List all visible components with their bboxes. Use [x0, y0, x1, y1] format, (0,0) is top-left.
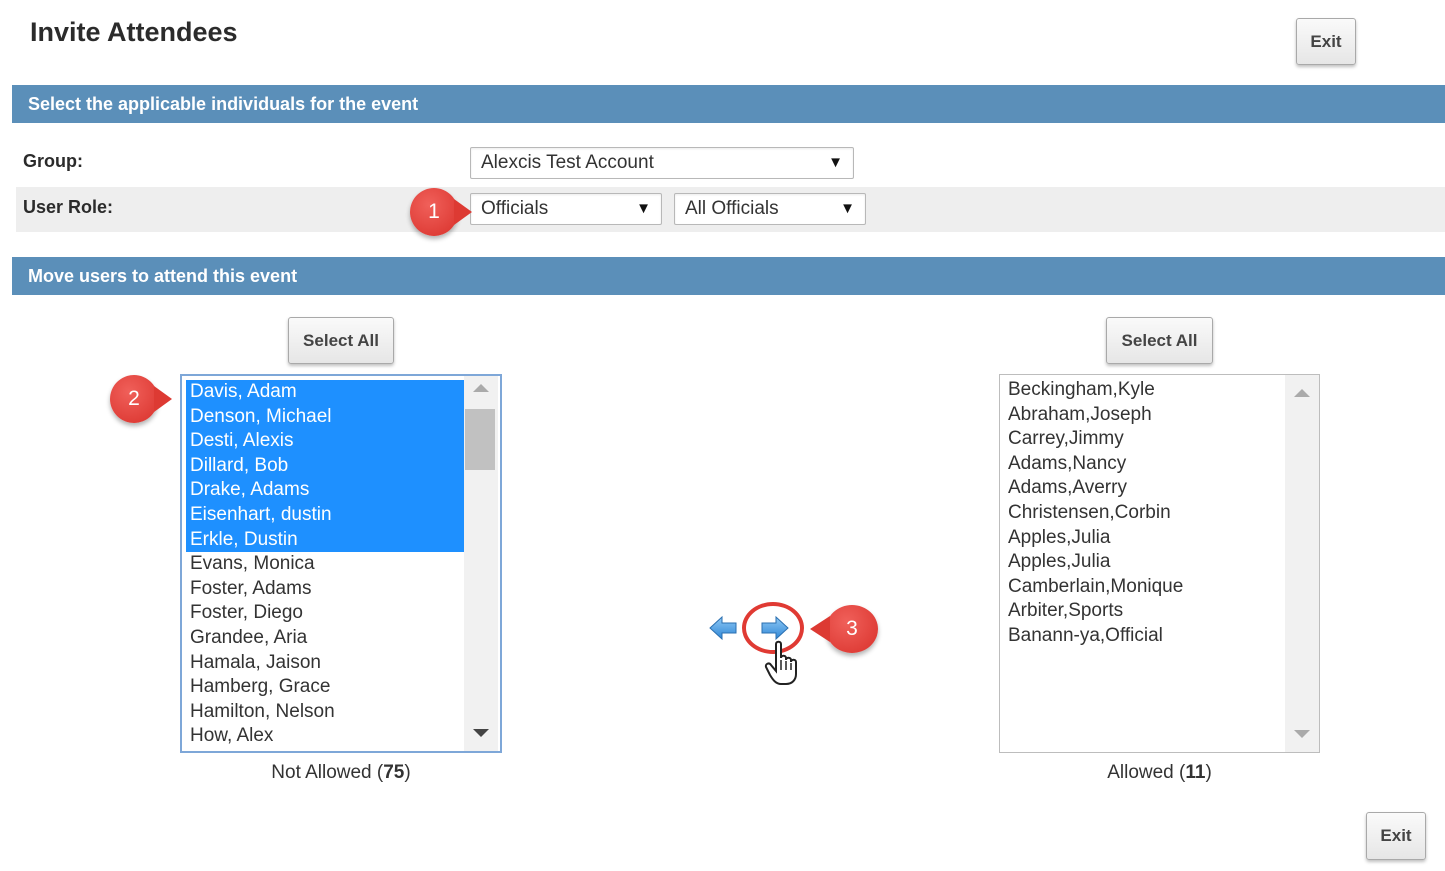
callout-tail — [454, 199, 472, 225]
select-all-allowed-button[interactable]: Select All — [1106, 317, 1213, 364]
not-allowed-caption-close: ) — [404, 762, 411, 783]
callout-2-number: 2 — [128, 387, 140, 410]
callout-3: 3 — [810, 605, 878, 653]
list-item[interactable]: Abraham,Joseph — [1004, 403, 1282, 428]
list-item[interactable]: Christensen,Corbin — [1004, 501, 1282, 526]
list-item[interactable]: Foster, Diego — [186, 601, 464, 626]
list-item[interactable]: Apples,Julia — [1004, 526, 1282, 551]
arrow-left-icon[interactable] — [708, 615, 738, 641]
triangle-down-icon: ▼ — [636, 200, 651, 217]
list-item[interactable]: Davis, Adam — [186, 380, 464, 405]
list-item[interactable]: Hamilton, Nelson — [186, 700, 464, 725]
callout-3-number: 3 — [846, 617, 858, 640]
list-item[interactable]: Hamberg, Grace — [186, 675, 464, 700]
callout-tail — [154, 386, 172, 412]
user-role-label: User Role: — [23, 197, 114, 217]
role-filter-select-value: All Officials — [685, 198, 779, 219]
list-item[interactable]: Arbiter,Sports — [1004, 599, 1282, 624]
exit-button-top[interactable]: Exit — [1296, 18, 1356, 65]
triangle-down-icon: ▼ — [828, 154, 843, 171]
list-item[interactable]: Dillard, Bob — [186, 453, 464, 479]
list-item[interactable]: Hamala, Jaison — [186, 651, 464, 676]
list-item[interactable]: Apples,Julia — [1004, 550, 1282, 575]
select-all-not-allowed-button[interactable]: Select All — [288, 317, 394, 364]
list-item[interactable]: Adams,Averry — [1004, 476, 1282, 501]
section-header-select-individuals: Select the applicable individuals for th… — [12, 85, 1445, 123]
not-allowed-caption: Not Allowed (75) — [180, 762, 502, 784]
hand-pointer-icon — [764, 640, 804, 686]
section-header-move-users: Move users to attend this event — [12, 257, 1445, 295]
group-select[interactable]: Alexcis Test Account ▼ — [470, 147, 854, 179]
allowed-caption: Allowed (11) — [999, 762, 1320, 784]
page-title: Invite Attendees — [30, 17, 238, 47]
callout-1: 1 — [410, 188, 472, 236]
allowed-scrollbar[interactable] — [1285, 375, 1319, 752]
triangle-down-icon: ▼ — [840, 200, 855, 217]
allowed-caption-close: ) — [1205, 762, 1212, 783]
not-allowed-caption-label: Not Allowed ( — [271, 762, 384, 783]
list-item[interactable]: Evans, Monica — [186, 552, 464, 577]
callout-2: 2 — [110, 375, 172, 423]
callout-1-number: 1 — [428, 200, 440, 223]
list-item[interactable]: Adams,Nancy — [1004, 452, 1282, 477]
allowed-caption-label: Allowed ( — [1107, 762, 1186, 783]
list-item[interactable]: Beckingham,Kyle — [1004, 378, 1282, 403]
not-allowed-listbox[interactable]: Davis, Adam Denson, Michael Desti, Alexis D… — [180, 374, 502, 753]
group-select-value: Alexcis Test Account — [481, 152, 654, 173]
scroll-up-icon[interactable] — [1294, 389, 1310, 397]
list-item[interactable]: Grandee, Aria — [186, 626, 464, 651]
not-allowed-count: 75 — [383, 762, 405, 783]
user-role-select-value: Officials — [481, 198, 549, 219]
scroll-down-icon[interactable] — [473, 729, 489, 737]
list-item[interactable]: How, Alex — [186, 724, 464, 749]
allowed-count: 11 — [1185, 762, 1206, 783]
list-item[interactable]: Desti, Alexis — [186, 429, 464, 454]
not-allowed-scrollbar[interactable] — [464, 376, 498, 751]
list-item[interactable]: Eisenhart, dustin — [186, 502, 464, 528]
scroll-down-icon[interactable] — [1294, 730, 1310, 738]
scrollbar-thumb[interactable] — [465, 409, 495, 470]
role-filter-select[interactable]: All Officials ▼ — [674, 193, 866, 225]
list-item[interactable]: Erkle, Dustin — [186, 527, 464, 553]
user-role-select[interactable]: Officials ▼ — [470, 193, 662, 225]
allowed-listbox[interactable]: Beckingham,Kyle Abraham,Joseph Carrey,Jimm… — [999, 374, 1320, 753]
list-item[interactable]: Denson, Michael — [186, 404, 464, 430]
scroll-up-icon[interactable] — [473, 384, 489, 392]
group-label: Group: — [23, 151, 83, 171]
list-item[interactable]: Banann-ya,Official — [1004, 624, 1282, 649]
list-item[interactable]: Carrey,Jimmy — [1004, 427, 1282, 452]
exit-button-bottom[interactable]: Exit — [1366, 812, 1426, 860]
list-item[interactable]: Drake, Adams — [186, 478, 464, 503]
list-item[interactable]: Foster, Adams — [186, 577, 464, 602]
callout-tail — [810, 616, 830, 642]
list-item[interactable]: Camberlain,Monique — [1004, 575, 1282, 600]
